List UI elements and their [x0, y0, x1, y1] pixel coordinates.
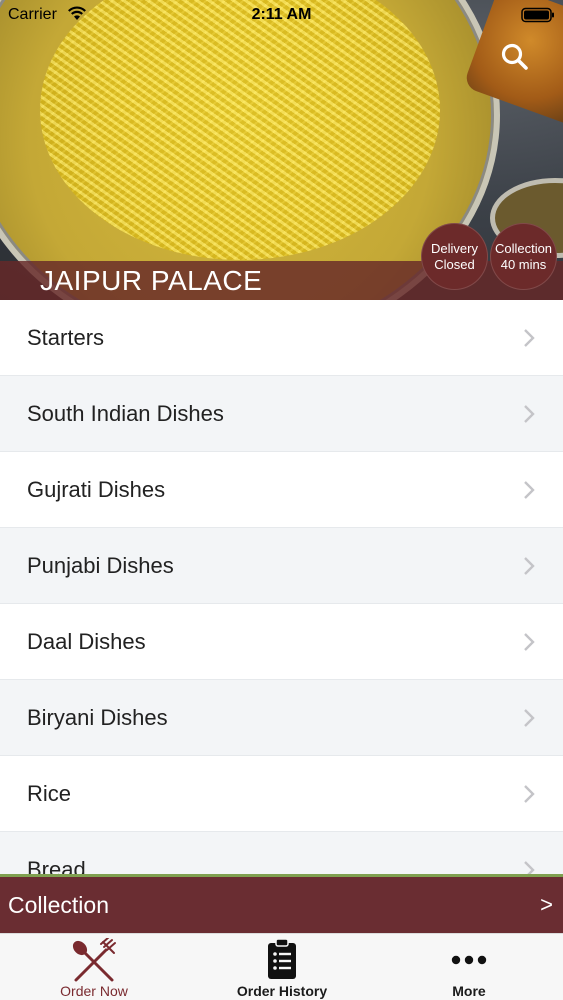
- menu-category-label: Rice: [27, 780, 72, 806]
- search-button[interactable]: [498, 40, 532, 74]
- menu-category-label: Gujrati Dishes: [27, 476, 166, 502]
- status-time: 2:11 AM: [251, 6, 312, 23]
- menu-category-label: Punjabi Dishes: [27, 552, 174, 578]
- chevron-right-icon: [524, 708, 535, 727]
- menu-category-starters[interactable]: Starters: [0, 300, 563, 376]
- chevron-right-icon: [524, 556, 535, 575]
- menu-category-south-indian[interactable]: South Indian Dishes: [0, 376, 563, 452]
- order-type-label: Collection: [8, 891, 109, 918]
- delivery-status-badge[interactable]: Delivery Closed: [421, 223, 488, 290]
- tab-label: More: [452, 983, 486, 999]
- chevron-right-icon: [524, 784, 535, 803]
- menu-category-label: South Indian Dishes: [27, 400, 224, 426]
- menu-category-rice[interactable]: Rice: [0, 756, 563, 832]
- tab-label: Order Now: [60, 983, 128, 999]
- collection-status-badge[interactable]: Collection 40 mins: [490, 223, 557, 290]
- status-bar: Carrier 2:11 AM: [0, 0, 563, 30]
- search-icon: [501, 43, 528, 70]
- menu-category-punjabi[interactable]: Punjabi Dishes: [0, 528, 563, 604]
- chevron-right-icon: [524, 632, 535, 651]
- tab-order-history[interactable]: Order History: [188, 934, 376, 1000]
- tab-label: Order History: [236, 983, 328, 999]
- chevron-right-icon: [524, 480, 535, 499]
- chevron-right-icon: [524, 328, 535, 347]
- delivery-badge-value: Closed: [434, 256, 475, 272]
- collection-badge-title: Collection: [494, 240, 553, 256]
- menu-category-biryani[interactable]: Biryani Dishes: [0, 680, 563, 756]
- order-type-arrow-icon: >: [540, 892, 553, 917]
- chevron-right-icon: [524, 404, 535, 423]
- menu-category-label: Biryani Dishes: [27, 704, 168, 730]
- menu-category-gujrati[interactable]: Gujrati Dishes: [0, 452, 563, 528]
- menu-category-list[interactable]: Starters South Indian Dishes Gujrati Dis…: [0, 300, 563, 876]
- more-dots-icon: [451, 955, 487, 965]
- clipboard-list-icon: [268, 938, 296, 979]
- collection-badge-value: 40 mins: [500, 256, 547, 272]
- restaurant-name: JAIPUR PALACE: [40, 265, 263, 296]
- menu-category-daal[interactable]: Daal Dishes: [0, 604, 563, 680]
- delivery-badge-title: Delivery: [431, 240, 478, 256]
- menu-category-label: Starters: [27, 324, 105, 350]
- battery-icon: [521, 7, 554, 23]
- order-type-bar[interactable]: Collection >: [0, 874, 563, 933]
- fork-spoon-icon: [72, 938, 116, 982]
- tab-bar: Order Now Order History More: [0, 933, 563, 1000]
- menu-category-label: Daal Dishes: [27, 628, 146, 654]
- tab-order-now[interactable]: Order Now: [0, 934, 188, 1000]
- tab-more[interactable]: More: [375, 934, 563, 1000]
- menu-category-bread[interactable]: Bread: [0, 832, 563, 876]
